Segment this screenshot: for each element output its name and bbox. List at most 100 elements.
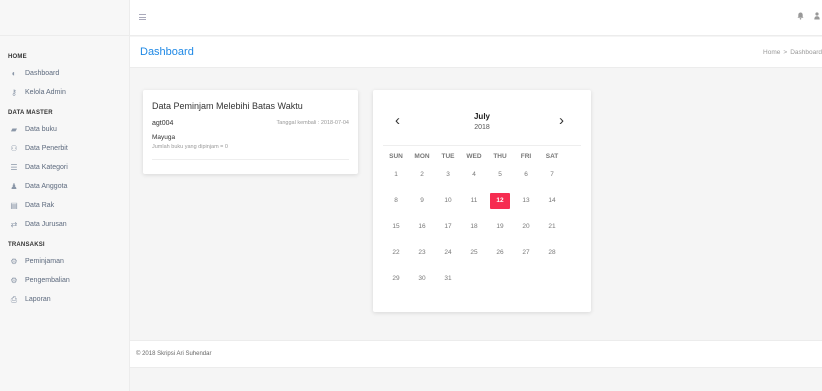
sidebar-item-peminjaman[interactable]: ⚙ Peminjaman — [0, 252, 129, 271]
sidebar-section-title: DATA MASTER — [8, 110, 53, 116]
member-code: agt004 — [152, 120, 174, 127]
calendar-day[interactable]: 24 — [435, 245, 461, 261]
calendar-day[interactable]: 8 — [383, 193, 409, 209]
calendar-weekday-label: THU — [493, 152, 507, 160]
calendar-day[interactable]: 19 — [487, 219, 513, 235]
sidebar-menu: HOME ◐ Dashboard ⚷ Kelola Admin DATA MASTER ▰ D… — [0, 36, 129, 309]
calendar-day[interactable]: 5 — [487, 167, 513, 183]
printer-icon: ⎙ — [10, 294, 18, 304]
calendar-day[interactable]: 31 — [435, 271, 461, 287]
calendar-day[interactable]: 3 — [435, 167, 461, 183]
sidebar-item-label: Dashboard — [25, 70, 60, 77]
page-header: Dashboard Home > Dashboard — [130, 37, 822, 68]
user-icon[interactable] — [814, 12, 820, 22]
calendar-week-row: 22 23 24 25 26 27 28 — [383, 240, 581, 266]
cog-icon: ⚙ — [10, 257, 18, 266]
calendar-next-button[interactable]: › — [559, 112, 564, 129]
overdue-loans-card: Data Peminjam Melebihi Batas Waktu agt00… — [143, 90, 358, 174]
calendar-day[interactable]: 17 — [435, 219, 461, 235]
calendar-day[interactable]: 11 — [461, 193, 487, 209]
calendar-weekday-label: FRI — [520, 152, 532, 160]
sidebar-section-title: HOME — [8, 54, 27, 60]
calendar-day[interactable]: 29 — [383, 271, 409, 287]
calendar-day[interactable]: 27 — [513, 245, 539, 261]
footer: © 2018 Skripsi Ari Suhendar — [130, 340, 822, 368]
sidebar-item-label: Data Anggota — [25, 183, 68, 190]
sidebar-item-dashboard[interactable]: ◐ Dashboard — [0, 64, 129, 83]
breadcrumb-home-link[interactable]: Home — [763, 49, 780, 56]
calendar-weekday-row: SUN MON TUE WED THU FRI SAT — [383, 150, 581, 162]
calendar-day[interactable]: 13 — [513, 193, 539, 209]
calendar-weekday-label: WED — [466, 152, 482, 160]
calendar-day[interactable]: 16 — [409, 219, 435, 235]
member-name: Mayuga — [152, 134, 176, 141]
calendar-grid: SUN MON TUE WED THU FRI SAT 1 2 3 4 5 6 7 8 9 10 11 12 13 14… — [383, 150, 581, 292]
sidebar-item-data-rak[interactable]: ▤ Data Rak — [0, 196, 129, 215]
sidebar-item-data-kategori[interactable]: ☰ Data Kategori — [0, 158, 129, 177]
sidebar-item-label: Data Jurusan — [25, 221, 67, 228]
shelf-icon: ▤ — [10, 201, 18, 210]
bell-icon[interactable] — [797, 12, 804, 22]
sidebar-item-label: Data Rak — [25, 202, 55, 209]
sidebar-item-label: Peminjaman — [25, 258, 64, 265]
calendar-day[interactable]: 30 — [409, 271, 435, 287]
calendar-day[interactable]: 6 — [513, 167, 539, 183]
calendar-weekday-label: TUE — [441, 152, 455, 160]
breadcrumb: Home > Dashboard — [763, 49, 822, 56]
calendar-day[interactable]: 15 — [383, 219, 409, 235]
sidebar-item-data-anggota[interactable]: ♟ Data Anggota — [0, 177, 129, 196]
sidebar-item-label: Data Penerbit — [25, 145, 68, 152]
hamburger-menu-icon[interactable] — [139, 14, 146, 20]
calendar-weekday-label: SUN — [389, 152, 403, 160]
sidebar-item-data-jurusan[interactable]: ⇄ Data Jurusan — [0, 215, 129, 234]
sidebar-item-data-buku[interactable]: ▰ Data buku — [0, 120, 129, 139]
calendar-day[interactable]: 4 — [461, 167, 487, 183]
calendar-day[interactable]: 23 — [409, 245, 435, 261]
book-icon: ▰ — [10, 125, 18, 134]
sidebar-item-kelola-admin[interactable]: ⚷ Kelola Admin — [0, 83, 129, 102]
sidebar-item-label: Laporan — [25, 296, 51, 303]
users-icon: ⚇ — [10, 144, 18, 153]
breadcrumb-separator: > — [783, 49, 788, 56]
calendar-day[interactable]: 26 — [487, 245, 513, 261]
list-icon: ☰ — [10, 163, 18, 172]
calendar-today[interactable]: 12 — [490, 193, 510, 209]
gauge-icon: ◐ — [11, 69, 17, 78]
sidebar-item-label: Data Kategori — [25, 164, 68, 171]
borrowed-count: Jumlah buku yang dipinjam = 0 — [152, 144, 228, 150]
footer-copyright: © 2018 Skripsi Ari Suhendar — [136, 351, 212, 357]
calendar-weekday-label: MON — [414, 152, 430, 160]
calendar-day[interactable]: 25 — [461, 245, 487, 261]
cog-icon: ⚙ — [10, 276, 18, 285]
sidebar-item-pengembalian[interactable]: ⚙ Pengembalian — [0, 271, 129, 290]
card-title: Data Peminjam Melebihi Batas Waktu — [152, 101, 303, 111]
user-icon: ♟ — [10, 182, 18, 191]
page-title: Dashboard — [140, 46, 194, 58]
calendar-day[interactable]: 20 — [513, 219, 539, 235]
return-date: Tanggal kembali : 2018-07-04 — [276, 120, 349, 126]
calendar-week-row: 1234567 — [383, 162, 581, 188]
calendar-day[interactable]: 2 — [409, 167, 435, 183]
topbar — [130, 0, 822, 36]
sidebar-brand-area — [0, 0, 129, 36]
sidebar: HOME ◐ Dashboard ⚷ Kelola Admin DATA MASTER ▰ D… — [0, 0, 130, 391]
calendar-week-row: 15 16 17 18 19 20 21 — [383, 214, 581, 240]
sidebar-item-laporan[interactable]: ⎙ Laporan — [0, 290, 129, 309]
divider — [383, 145, 581, 146]
calendar-day[interactable]: 22 — [383, 245, 409, 261]
calendar-day[interactable]: 21 — [539, 219, 565, 235]
calendar-day[interactable]: 1 — [383, 167, 409, 183]
calendar-day[interactable]: 14 — [539, 193, 565, 209]
calendar-weekday-label: SAT — [545, 152, 559, 160]
calendar-day[interactable]: 18 — [461, 219, 487, 235]
calendar-week-row: 8 9 10 11 12 13 14 — [383, 188, 581, 214]
sidebar-section-title: TRANSAKSI — [8, 242, 45, 248]
breadcrumb-current: Dashboard — [790, 49, 822, 56]
calendar-prev-button[interactable]: ‹ — [395, 112, 400, 129]
calendar-day[interactable]: 28 — [539, 245, 565, 261]
sidebar-item-label: Data buku — [25, 126, 57, 133]
calendar-day[interactable]: 7 — [539, 167, 565, 183]
sidebar-item-data-penerbit[interactable]: ⚇ Data Penerbit — [0, 139, 129, 158]
calendar-day[interactable]: 10 — [435, 193, 461, 209]
calendar-day[interactable]: 9 — [409, 193, 435, 209]
